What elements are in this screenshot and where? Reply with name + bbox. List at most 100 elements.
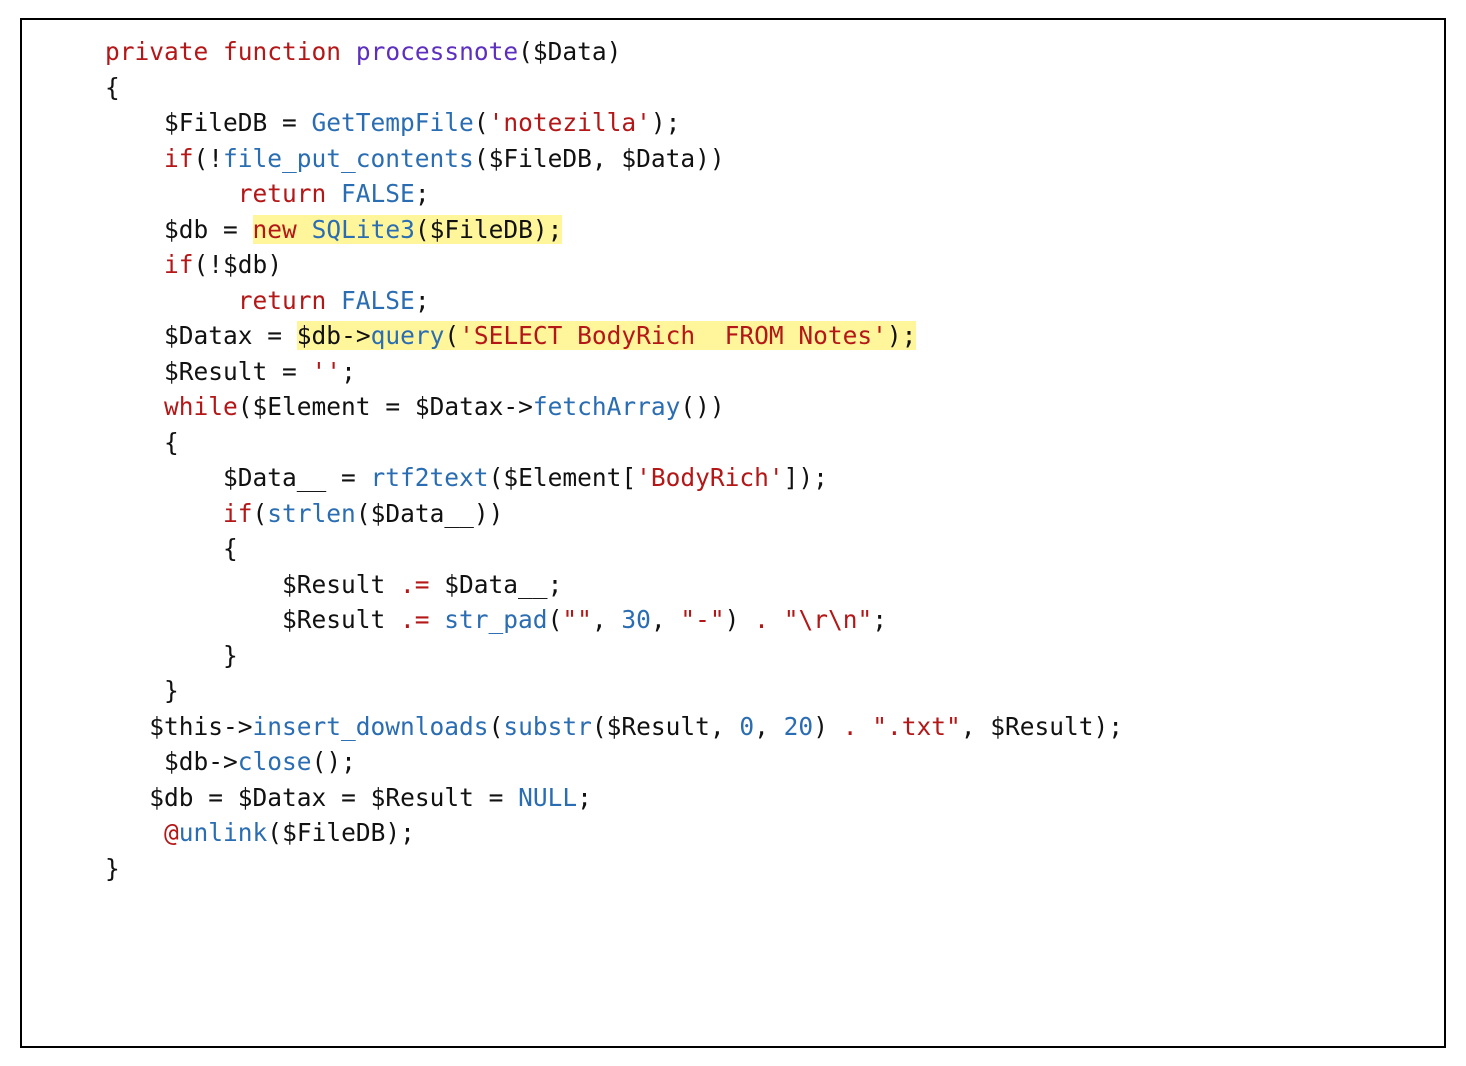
call-file-put-contents: file_put_contents — [223, 144, 474, 173]
paren-close-semi: ); — [651, 108, 681, 137]
arrow: -> — [208, 747, 238, 776]
string-crlf: "\r\n" — [784, 605, 873, 634]
variable-db: $db — [164, 215, 208, 244]
string-bodyrich: 'BodyRich' — [636, 463, 784, 492]
paren-open: ( — [474, 108, 489, 137]
number-20: 20 — [784, 712, 814, 741]
comma: , — [961, 712, 991, 741]
equals: = — [326, 783, 370, 812]
code-line: $Datax = $db->query('SELECT BodyRich FRO… — [46, 321, 916, 350]
code-line: @unlink($FileDB); — [46, 818, 415, 847]
comma: , — [651, 605, 681, 634]
variable-data: $Data — [621, 144, 695, 173]
semicolon: ; — [872, 605, 887, 634]
paren-open: ( — [489, 463, 504, 492]
const-null: NULL — [518, 783, 577, 812]
paren-open: ( — [238, 392, 253, 421]
code-line: $db = $Datax = $Result = NULL; — [46, 783, 592, 812]
paren-open: ( — [356, 499, 371, 528]
equals: = — [474, 783, 518, 812]
paren-open: ( — [489, 712, 504, 741]
variable-db: $db — [223, 250, 267, 279]
brace: { — [105, 73, 120, 102]
variable-db: $db — [149, 783, 193, 812]
call-gettempfile: GetTempFile — [312, 108, 474, 137]
string-txt: ".txt" — [872, 712, 961, 741]
comma: , — [710, 712, 740, 741]
at-suppress: @ — [164, 818, 179, 847]
equals: = — [208, 215, 252, 244]
paren-close-semi: ); — [1094, 712, 1124, 741]
code-line: { — [46, 534, 238, 563]
call-strlen: strlen — [267, 499, 356, 528]
comma: , — [592, 144, 622, 173]
code-line: return FALSE; — [46, 286, 430, 315]
keyword-new: new — [253, 215, 297, 244]
variable-element: $Element — [503, 463, 621, 492]
string-sql: 'SELECT BodyRich FROM Notes' — [459, 321, 887, 350]
class-sqlite3: SQLite3 — [312, 215, 415, 244]
call-strpad: str_pad — [444, 605, 547, 634]
comma: , — [592, 605, 622, 634]
string-dash: "-" — [680, 605, 724, 634]
paren-open: ( — [474, 144, 489, 173]
code-line: $Result = ''; — [46, 357, 356, 386]
code-line: $Result .= $Data__; — [46, 570, 562, 599]
page-frame: private function processnote($Data) { $F… — [0, 0, 1466, 1066]
bracket-open: [ — [621, 463, 636, 492]
code-line: $db->close(); — [46, 747, 356, 776]
variable-data: $Data — [533, 37, 607, 66]
variable-data-underscore: $Data__ — [223, 463, 326, 492]
keyword-while: while — [164, 392, 238, 421]
function-name: processnote — [356, 37, 518, 66]
code-line: { — [46, 428, 179, 457]
brace: } — [105, 854, 120, 883]
variable-data-underscore: $Data__ — [444, 570, 547, 599]
equals: = — [371, 392, 415, 421]
variable-datax: $Datax — [164, 321, 253, 350]
variable-element: $Element — [253, 392, 371, 421]
variable-datax: $Datax — [415, 392, 504, 421]
highlight-new-sqlite3: new SQLite3($FileDB); — [253, 215, 563, 244]
equals: = — [267, 357, 311, 386]
code-line: while($Element = $Datax->fetchArray()) — [46, 392, 725, 421]
code-line: $Data__ = rtf2text($Element['BodyRich'])… — [46, 463, 828, 492]
brace: } — [164, 676, 179, 705]
paren-close: ) — [267, 250, 282, 279]
paren-open: ( — [267, 818, 282, 847]
semicolon: ; — [415, 179, 430, 208]
paren-open: ( — [518, 37, 533, 66]
const-false: FALSE — [341, 179, 415, 208]
variable-result: $Result — [607, 712, 710, 741]
equals: = — [194, 783, 238, 812]
variable-result: $Result — [282, 605, 385, 634]
number-0: 0 — [739, 712, 754, 741]
bracket-close: ]); — [784, 463, 828, 492]
code-block: private function processnote($Data) { $F… — [20, 18, 1446, 1048]
keyword-return: return — [238, 179, 327, 208]
code-line: if(strlen($Data__)) — [46, 499, 503, 528]
paren-close: ) — [607, 37, 622, 66]
keyword-function: function — [223, 37, 341, 66]
code-line: { — [46, 73, 120, 102]
code-line: $this->insert_downloads(substr($Result, … — [46, 712, 1123, 741]
variable-result: $Result — [282, 570, 385, 599]
paren-close: ) — [725, 605, 740, 634]
call-rtf2text: rtf2text — [371, 463, 489, 492]
keyword-return: return — [238, 286, 327, 315]
paren-close: )) — [474, 499, 504, 528]
concat-assign: .= — [385, 570, 444, 599]
paren-open: (! — [194, 144, 224, 173]
brace: } — [223, 641, 238, 670]
paren-close: ()) — [680, 392, 724, 421]
paren-close-semi: ); — [887, 321, 917, 350]
semicolon: ; — [415, 286, 430, 315]
equals: = — [326, 463, 370, 492]
equals: = — [253, 321, 297, 350]
paren-open: ( — [592, 712, 607, 741]
call-insert-downloads: insert_downloads — [253, 712, 489, 741]
keyword-private: private — [105, 37, 208, 66]
keyword-if: if — [164, 144, 194, 173]
call-query: query — [371, 321, 445, 350]
variable-db: $db — [164, 747, 208, 776]
